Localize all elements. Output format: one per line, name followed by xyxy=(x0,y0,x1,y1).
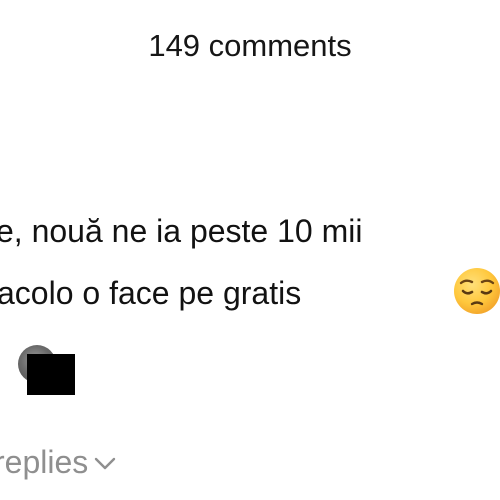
pensive-face-icon xyxy=(454,268,500,314)
comments-count-header: 149 comments xyxy=(148,28,352,63)
comment-text-line-2: acolo o face pe gratis xyxy=(0,275,302,311)
comment-text-line-1: e, nouă ne ia peste 10 mii xyxy=(0,213,363,249)
redaction-box xyxy=(27,354,75,395)
view-replies-button[interactable]: replies xyxy=(0,444,118,481)
replies-label: replies xyxy=(0,444,89,480)
commenter-avatar[interactable] xyxy=(18,343,78,395)
chevron-down-icon xyxy=(95,457,116,469)
